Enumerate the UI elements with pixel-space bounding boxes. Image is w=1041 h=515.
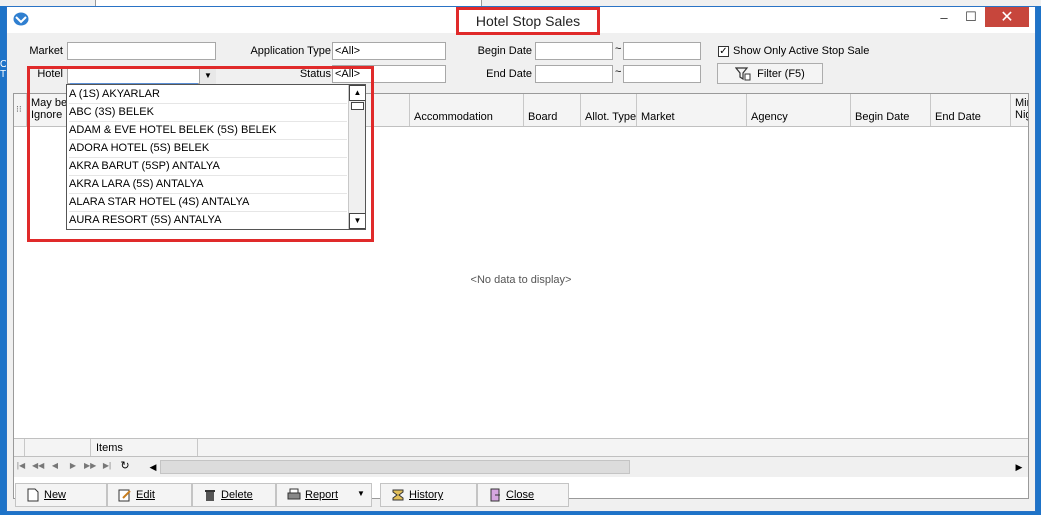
show-active-checkbox[interactable]: ✓	[718, 46, 729, 57]
end-date-from-input[interactable]	[535, 65, 613, 83]
begin-date-from-input[interactable]	[535, 42, 613, 60]
next-page-icon[interactable]: ▶▶	[84, 460, 96, 472]
column-begin-date[interactable]: Begin Date	[850, 94, 930, 126]
end-date-to-input[interactable]	[623, 65, 701, 83]
edit-icon	[118, 489, 131, 502]
history-icon	[392, 489, 404, 501]
application-type-select[interactable]: <All>	[332, 42, 446, 60]
hotel-option[interactable]: ALARA STAR HOTEL (4S) ANTALYA	[69, 193, 347, 212]
hotel-option[interactable]: ADAM & EVE HOTEL BELEK (5S) BELEK	[69, 121, 347, 140]
hotel-option[interactable]: ADORA HOTEL (5S) BELEK	[69, 139, 347, 158]
history-button-label: History	[409, 489, 444, 501]
filter-button[interactable]: Filter (F5)	[717, 63, 823, 84]
end-date-label: End Date	[486, 68, 532, 80]
report-button[interactable]: Report ▼	[276, 483, 372, 507]
footer-items-cell: Items	[90, 439, 198, 457]
column-market[interactable]: Market	[636, 94, 746, 126]
exit-door-icon	[490, 488, 500, 502]
close-button[interactable]: Close	[477, 483, 569, 507]
new-document-icon	[27, 488, 39, 502]
market-label: Market	[29, 45, 63, 57]
title-bar: Hotel Stop Sales – ☐ ✕	[7, 7, 1035, 35]
next-record-icon[interactable]: ▶	[68, 460, 78, 472]
scroll-right-icon[interactable]: ▶	[1012, 460, 1026, 474]
column-min-nights[interactable]: Min Nig	[1010, 94, 1028, 126]
column-board[interactable]: Board	[523, 94, 580, 126]
hotel-dropdown-list[interactable]: A (1S) AKYARLAR ABC (3S) BELEK ADAM & EV…	[66, 84, 366, 230]
hotel-option[interactable]: ABC (3S) BELEK	[69, 103, 347, 122]
end-date-range-separator: ~	[615, 66, 622, 78]
market-input[interactable]	[67, 42, 216, 60]
window-title: Hotel Stop Sales	[475, 13, 581, 29]
edit-button[interactable]: Edit	[107, 483, 192, 507]
hotel-option[interactable]: AKRA BARUT (5SP) ANTALYA	[69, 157, 347, 176]
filter-icon	[735, 66, 751, 80]
begin-date-label: Begin Date	[477, 45, 532, 57]
report-dropdown-arrow-icon[interactable]: ▼	[357, 489, 365, 498]
application-type-label: Application Type	[250, 45, 331, 57]
column-accommodation[interactable]: Accommodation	[409, 94, 523, 126]
column-end-date[interactable]: End Date	[930, 94, 1010, 126]
new-button-label: New	[44, 489, 67, 501]
column-allot-type[interactable]: Allot. Type	[580, 94, 636, 126]
history-button[interactable]: History	[380, 483, 477, 507]
prev-page-icon[interactable]: ◀◀	[32, 460, 44, 472]
horizontal-scrollbar[interactable]: ◀ ▶	[146, 460, 1026, 474]
prev-record-icon[interactable]: ◀	[50, 460, 60, 472]
begin-date-range-separator: ~	[615, 43, 622, 55]
delete-button-label: Delete	[221, 489, 253, 501]
horizontal-scroll-thumb[interactable]	[160, 460, 630, 474]
app-logo-icon	[13, 12, 29, 26]
printer-icon	[287, 488, 301, 500]
scroll-left-icon[interactable]: ◀	[146, 460, 160, 474]
maximize-button[interactable]: ☐	[957, 7, 985, 27]
scroll-down-icon[interactable]: ▼	[349, 213, 365, 229]
grid-navigator: |◀ ◀◀ ◀ ▶ ▶▶ ▶| ↻ ◀ ▶	[14, 456, 1028, 477]
grid-footer: Items	[14, 438, 1028, 457]
hotel-option[interactable]: AKRA LARA (5S) ANTALYA	[69, 175, 347, 194]
footer-divider	[24, 439, 25, 457]
delete-button[interactable]: Delete	[192, 483, 276, 507]
grid-empty-message: <No data to display>	[470, 274, 572, 286]
column-agency[interactable]: Agency	[746, 94, 850, 126]
report-button-label: Report	[305, 489, 339, 501]
dropdown-scroll-thumb[interactable]	[351, 102, 364, 110]
trash-icon	[205, 490, 215, 501]
show-active-label: Show Only Active Stop Sale	[733, 45, 870, 57]
window-title-highlight: Hotel Stop Sales	[456, 7, 600, 35]
hotel-dropdown-scrollbar[interactable]: ▲ ▼	[348, 85, 365, 229]
new-button[interactable]: New	[15, 483, 107, 507]
hotel-option[interactable]: A (1S) AKYARLAR	[69, 85, 347, 104]
first-page-icon[interactable]: |◀	[16, 460, 26, 472]
scroll-up-icon[interactable]: ▲	[349, 85, 365, 101]
minimize-button[interactable]: –	[930, 7, 958, 27]
begin-date-to-input[interactable]	[623, 42, 701, 60]
column-chooser-icon[interactable]: ⁝⁝	[16, 104, 22, 115]
filter-button-label: Filter (F5)	[757, 67, 805, 80]
hotel-option[interactable]: AURA RESORT (5S) ANTALYA	[69, 211, 347, 229]
refresh-icon[interactable]: ↻	[120, 460, 130, 472]
edit-button-label: Edit	[136, 489, 155, 501]
close-button-label: Close	[506, 489, 535, 501]
last-page-icon[interactable]: ▶|	[102, 460, 112, 472]
close-window-button[interactable]: ✕	[985, 7, 1029, 27]
